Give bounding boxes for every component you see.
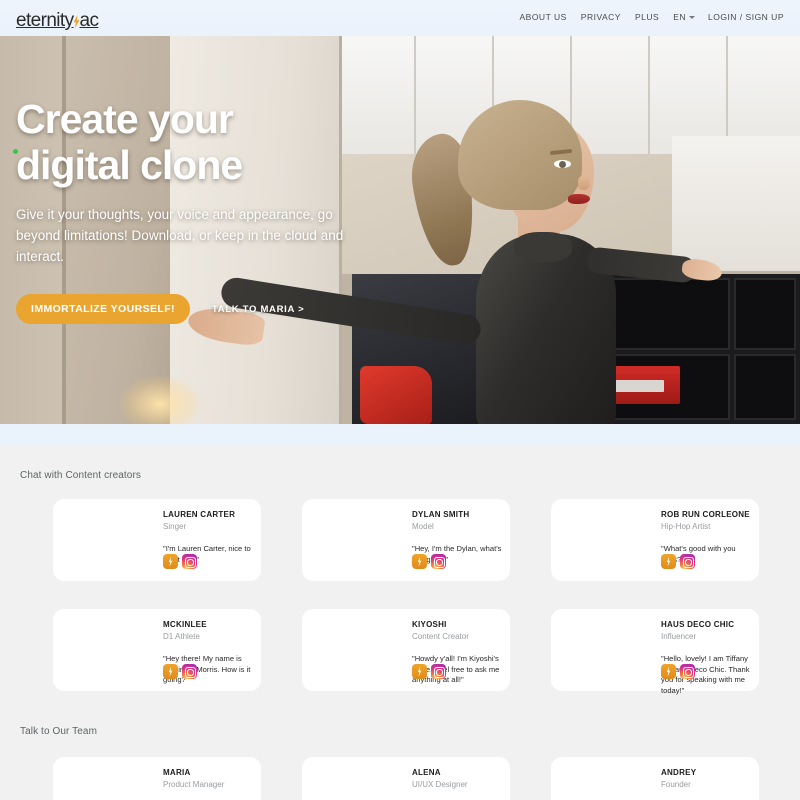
instagram-icon[interactable] [680,554,695,569]
instagram-icon[interactable] [182,664,197,679]
main-content: Chat with Content creators LAUREN CARTER… [0,445,800,800]
hero-section: Create your digital clone Give it your t… [0,36,800,424]
login-signup-button[interactable]: LOGIN / SIGN UP [708,12,784,22]
card-person-name: KIYOSHI [412,620,447,629]
status-dot [13,149,18,154]
instagram-icon[interactable] [431,554,446,569]
card-person-role: Founder [661,780,691,789]
persona-card[interactable]: KIYOSHI Content Creator "Howdy y'all! I'm … [302,609,510,691]
card-social-icons [412,664,446,679]
card-body: HAUS DECO CHIC Influencer "Hello, lovely! … [661,619,753,696]
card-person-role: Product Manager [163,780,225,789]
hero-heading-line-2: digital clone [16,142,243,188]
instagram-icon[interactable] [431,664,446,679]
persona-card[interactable]: ROB RUN CORLEONE Hip-Hop Artist "What's go… [551,499,759,581]
lightning-bolt-icon[interactable] [661,554,676,569]
section-divider [0,424,800,445]
card-social-icons [163,664,197,679]
card-social-icons [661,664,695,679]
hero-cta-group: IMMORTALIZE YOURSELF! TALK TO MARIA > [16,294,346,324]
card-person-role: Influencer [661,632,697,641]
hero-heading-line-1: Create your [16,96,234,142]
persona-card[interactable]: ANDREYFounder"Hey, how are you?" [551,757,759,800]
creators-card-grid: LAUREN CARTER Singer "I'm Lauren Carter, n… [0,499,800,695]
nav-item-privacy[interactable]: PRIVACY [581,12,621,22]
persona-card[interactable]: DYLAN SMITH Model "Hey, I'm the Dylan, wha… [302,499,510,581]
hero-subheading: Give it your thoughts, your voice and ap… [16,207,344,264]
card-social-icons [412,554,446,569]
card-person-role: UI/UX Designer [412,780,468,789]
instagram-icon[interactable] [182,554,197,569]
chevron-down-icon [689,15,695,19]
persona-card[interactable]: HAUS DECO CHIC Influencer "Hello, lovely! … [551,609,759,695]
lightning-bolt-icon [73,12,80,28]
lightning-bolt-icon[interactable] [163,554,178,569]
card-person-name: ANDREY [661,768,697,777]
card-social-icons [661,554,695,569]
talk-to-maria-link[interactable]: TALK TO MARIA > [212,304,304,315]
card-body: MARIAProduct Manager"Hi! My name is Mari… [163,767,255,800]
hero-content: Create your digital clone Give it your t… [16,96,346,324]
card-social-icons [163,554,197,569]
team-card-grid: MARIAProduct Manager"Hi! My name is Mari… [0,757,800,800]
card-person-name: ALENA [412,768,441,777]
persona-card[interactable]: ALENAUI/UX Designer"hey, I'm Alena, UI/U… [302,757,510,800]
nav-item-about-us[interactable]: ABOUT US [519,12,566,22]
team-section-title: Talk to Our Team [20,726,98,737]
brand-logo[interactable]: eternity ac [16,10,99,32]
persona-card[interactable]: MARIAProduct Manager"Hi! My name is Mari… [53,757,261,800]
card-body: ANDREYFounder"Hey, how are you?" [661,767,753,800]
instagram-icon[interactable] [680,664,695,679]
card-person-role: Model [412,522,434,531]
card-person-role: Singer [163,522,187,531]
nav-item-plus[interactable]: PLUS [635,12,659,22]
brand-name-primary: eternity [16,10,74,31]
page-title: Create your digital clone [16,96,346,188]
lightning-bolt-icon[interactable] [412,554,427,569]
language-selector[interactable]: EN [673,12,695,22]
card-body: ALENAUI/UX Designer"hey, I'm Alena, UI/U… [412,767,504,800]
lightning-bolt-icon[interactable] [412,664,427,679]
card-person-name: HAUS DECO CHIC [661,620,735,629]
persona-card[interactable]: MCKINLEE D1 Athlete "Hey there! My name is… [53,609,261,691]
lightning-bolt-icon[interactable] [661,664,676,679]
card-person-name: MCKINLEE [163,620,207,629]
lightning-bolt-icon[interactable] [163,664,178,679]
creators-section-title: Chat with Content creators [20,470,141,481]
language-label: EN [673,12,686,22]
card-person-role: Content Creator [412,632,469,641]
brand-name-suffix: ac [79,10,99,31]
persona-card[interactable]: LAUREN CARTER Singer "I'm Lauren Carter, n… [53,499,261,581]
card-person-name: MARIA [163,768,191,777]
card-person-role: Hip-Hop Artist [661,522,711,531]
card-person-name: DYLAN SMITH [412,510,470,519]
card-person-name: LAUREN CARTER [163,510,236,519]
hero-avatar-figure [186,84,724,424]
site-header: eternity ac ABOUT US PRIVACY PLUS EN LOGI… [0,0,800,36]
immortalize-yourself-button[interactable]: IMMORTALIZE YOURSELF! [16,294,190,324]
main-nav: ABOUT US PRIVACY PLUS EN [519,12,695,22]
page-root: eternity ac ABOUT US PRIVACY PLUS EN LOGI… [0,0,800,800]
card-person-role: D1 Athlete [163,632,200,641]
card-person-name: ROB RUN CORLEONE [661,510,750,519]
